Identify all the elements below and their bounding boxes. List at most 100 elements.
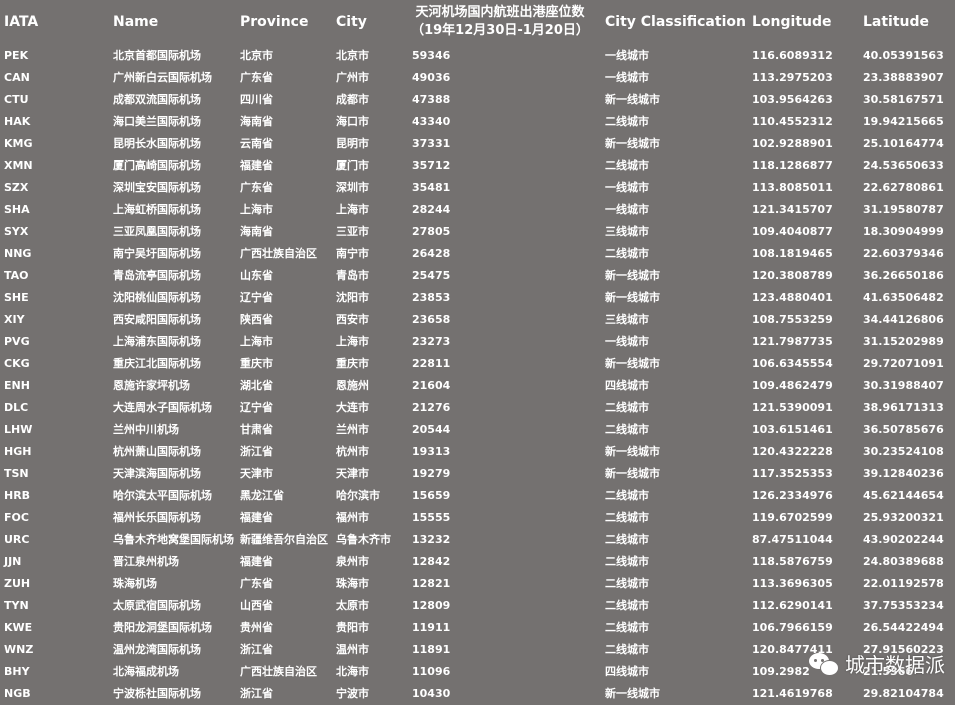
cell-province: 陕西省 <box>240 313 273 326</box>
cell-province: 黑龙江省 <box>240 489 284 502</box>
cell-city: 北京市 <box>336 49 369 62</box>
cell-seats: 25475 <box>412 268 451 282</box>
cell-seats: 12809 <box>412 598 451 612</box>
cell-name: 海口美兰国际机场 <box>113 115 201 128</box>
cell-name: 昆明长水国际机场 <box>113 137 201 150</box>
cell-city: 北海市 <box>336 665 369 678</box>
cell-iata: TYN <box>4 598 29 612</box>
cell-iata: TSN <box>4 466 29 480</box>
cell-city: 广州市 <box>336 71 369 84</box>
cell-iata: LHW <box>4 422 33 436</box>
cell-iata: FOC <box>4 510 29 524</box>
cell-seats: 13232 <box>412 532 451 546</box>
cell-province: 广西壮族自治区 <box>240 247 317 260</box>
cell-iata: XIY <box>4 312 25 326</box>
cell-classification: 新一线城市 <box>605 291 660 304</box>
cell-city: 海口市 <box>336 115 369 128</box>
cell-latitude: 36.50785676 <box>863 422 944 436</box>
table-row: DLC 大连周水子国际机场 辽宁省 大连市 21276 二线城市 121.5390091 38… <box>0 396 955 418</box>
header-seats: 天河机场国内航班出港座位数 （19年12月30日-1月20日） <box>411 5 589 38</box>
cell-seats: 35481 <box>412 180 451 194</box>
cell-seats: 12821 <box>412 576 451 590</box>
table-row: FOC 福州长乐国际机场 福建省 福州市 15555 二线城市 119.6702599 25.… <box>0 506 955 528</box>
table-row: SHE 沈阳桃仙国际机场 辽宁省 沈阳市 23853 新一线城市 123.4880401 41… <box>0 286 955 308</box>
cell-latitude: 31.19580787 <box>863 202 944 216</box>
cell-city: 厦门市 <box>336 159 369 172</box>
cell-name: 西安咸阳国际机场 <box>113 313 201 326</box>
table-row: XMN 厦门高崎国际机场 福建省 厦门市 35712 二线城市 118.1286877 24.… <box>0 154 955 176</box>
cell-classification: 二线城市 <box>605 247 649 260</box>
cell-classification: 新一线城市 <box>605 93 660 106</box>
table-row: JJN 晋江泉州机场 福建省 泉州市 12842 二线城市 118.5876759 24.80… <box>0 550 955 572</box>
cell-province: 福建省 <box>240 555 273 568</box>
cell-city: 深圳市 <box>336 181 369 194</box>
cell-latitude: 18.30904999 <box>863 224 944 238</box>
wechat-icon <box>809 651 839 677</box>
cell-city: 沈阳市 <box>336 291 369 304</box>
cell-iata: KMG <box>4 136 33 150</box>
cell-iata: CTU <box>4 92 29 106</box>
cell-city: 哈尔滨市 <box>336 489 380 502</box>
cell-name: 上海浦东国际机场 <box>113 335 201 348</box>
cell-longitude: 120.3808789 <box>752 268 833 282</box>
cell-province: 浙江省 <box>240 687 273 700</box>
cell-province: 云南省 <box>240 137 273 150</box>
cell-province: 北京市 <box>240 49 273 62</box>
airport-data-table: PEK 北京首都国际机场 北京市 北京市 59346 一线城市 116.6089312 40.… <box>0 44 955 704</box>
cell-name: 贵阳龙洞堡国际机场 <box>113 621 212 634</box>
table-row: PEK 北京首都国际机场 北京市 北京市 59346 一线城市 116.6089312 40.… <box>0 44 955 66</box>
table-row: URC 乌鲁木齐地窝堡国际机场 新疆维吾尔自治区 乌鲁木齐市 13232 二线城市 87.4… <box>0 528 955 550</box>
cell-seats: 10430 <box>412 686 451 700</box>
cell-city: 珠海市 <box>336 577 369 590</box>
cell-iata: CKG <box>4 356 30 370</box>
table-row: HGH 杭州萧山国际机场 浙江省 杭州市 19313 新一线城市 120.4322228 30… <box>0 440 955 462</box>
table-row: SHA 上海虹桥国际机场 上海市 上海市 28244 一线城市 121.3415707 31.… <box>0 198 955 220</box>
table-row: TYN 太原武宿国际机场 山西省 太原市 12809 二线城市 112.6290141 37.… <box>0 594 955 616</box>
cell-latitude: 30.58167571 <box>863 92 944 106</box>
cell-name: 沈阳桃仙国际机场 <box>113 291 201 304</box>
cell-city: 乌鲁木齐市 <box>336 533 391 546</box>
cell-seats: 21276 <box>412 400 451 414</box>
cell-name: 成都双流国际机场 <box>113 93 201 106</box>
cell-longitude: 123.4880401 <box>752 290 833 304</box>
table-row: LHW 兰州中川机场 甘肃省 兰州市 20544 二线城市 103.6151461 36.50… <box>0 418 955 440</box>
cell-classification: 一线城市 <box>605 49 649 62</box>
cell-seats: 59346 <box>412 48 451 62</box>
cell-classification: 二线城市 <box>605 621 649 634</box>
cell-name: 青岛流亭国际机场 <box>113 269 201 282</box>
cell-classification: 二线城市 <box>605 577 649 590</box>
cell-longitude: 109.4040877 <box>752 224 833 238</box>
table-row: NGB 宁波栎社国际机场 浙江省 宁波市 10430 新一线城市 121.4619768 29… <box>0 682 955 704</box>
table-row: TSN 天津滨海国际机场 天津市 天津市 19279 新一线城市 117.3525353 39… <box>0 462 955 484</box>
cell-longitude: 102.9288901 <box>752 136 833 150</box>
cell-iata: HGH <box>4 444 32 458</box>
cell-city: 重庆市 <box>336 357 369 370</box>
cell-province: 辽宁省 <box>240 291 273 304</box>
cell-seats: 22811 <box>412 356 451 370</box>
cell-name: 晋江泉州机场 <box>113 555 179 568</box>
cell-iata: SHA <box>4 202 30 216</box>
cell-classification: 新一线城市 <box>605 687 660 700</box>
cell-province: 海南省 <box>240 115 273 128</box>
cell-classification: 新一线城市 <box>605 445 660 458</box>
cell-longitude: 103.6151461 <box>752 422 833 436</box>
cell-name: 珠海机场 <box>113 577 157 590</box>
cell-classification: 二线城市 <box>605 533 649 546</box>
cell-seats: 15659 <box>412 488 451 502</box>
table-row: HAK 海口美兰国际机场 海南省 海口市 43340 二线城市 110.4552312 19.… <box>0 110 955 132</box>
cell-city: 恩施州 <box>336 379 369 392</box>
cell-province: 上海市 <box>240 335 273 348</box>
cell-classification: 四线城市 <box>605 665 649 678</box>
cell-iata: WNZ <box>4 642 34 656</box>
cell-latitude: 23.38883907 <box>863 70 944 84</box>
cell-iata: SZX <box>4 180 29 194</box>
cell-longitude: 103.9564263 <box>752 92 833 106</box>
table-row: XIY 西安咸阳国际机场 陕西省 西安市 23658 三线城市 108.7553259 34.… <box>0 308 955 330</box>
cell-classification: 一线城市 <box>605 181 649 194</box>
cell-seats: 19279 <box>412 466 451 480</box>
cell-city: 大连市 <box>336 401 369 414</box>
cell-city: 西安市 <box>336 313 369 326</box>
cell-province: 辽宁省 <box>240 401 273 414</box>
table-row: KWE 贵阳龙洞堡国际机场 贵州省 贵阳市 11911 二线城市 106.7966159 26… <box>0 616 955 638</box>
cell-city: 上海市 <box>336 335 369 348</box>
